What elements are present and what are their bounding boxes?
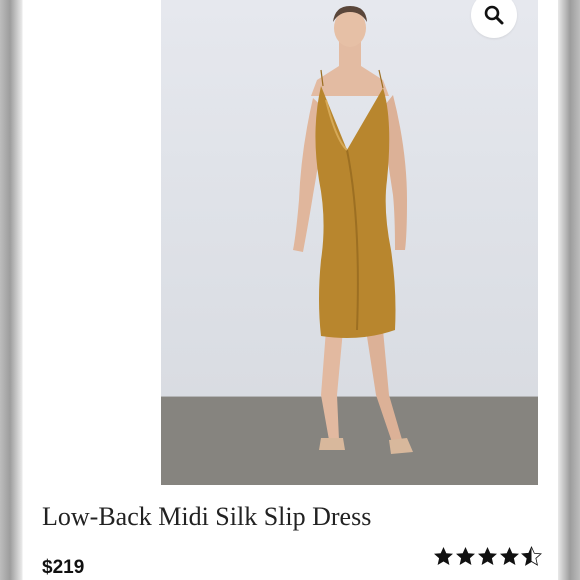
star-icon bbox=[500, 547, 519, 565]
shoulders bbox=[311, 40, 389, 96]
star-icon bbox=[456, 547, 475, 565]
magnifier-icon bbox=[484, 5, 504, 25]
star-rating[interactable] bbox=[433, 546, 543, 567]
product-image[interactable] bbox=[161, 0, 538, 485]
star-icon bbox=[478, 547, 497, 565]
floor bbox=[161, 397, 538, 485]
product-title: Low-Back Midi Silk Slip Dress bbox=[42, 502, 372, 531]
product-card: Low-Back Midi Silk Slip Dress $219 bbox=[23, 0, 558, 580]
star-icon bbox=[521, 546, 542, 566]
product-price: $219 bbox=[42, 557, 85, 578]
product-photo-illustration bbox=[161, 6, 538, 485]
left-shoe bbox=[319, 438, 345, 450]
star-icon bbox=[434, 547, 453, 565]
